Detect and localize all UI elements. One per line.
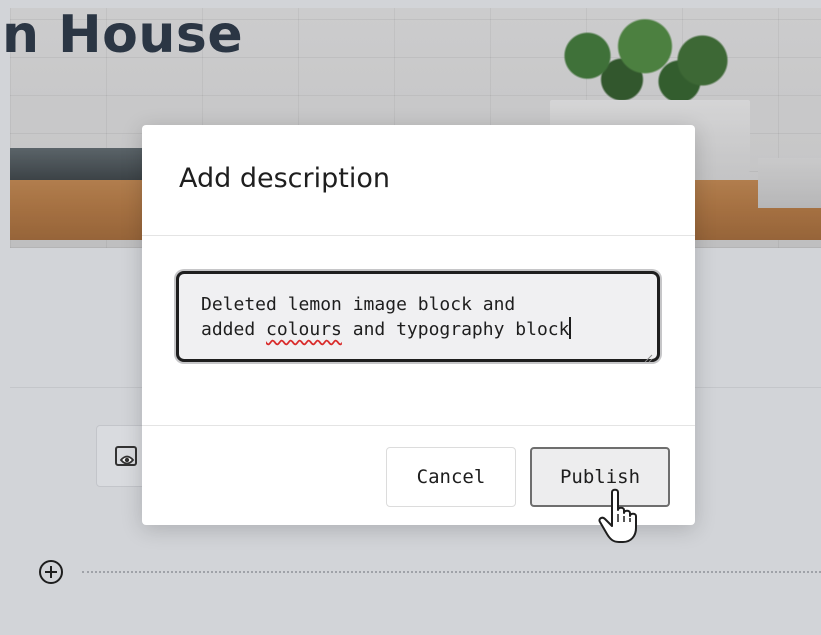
plus-circle-icon — [37, 560, 65, 590]
block-separator — [82, 571, 821, 573]
cancel-button[interactable]: Cancel — [386, 447, 516, 507]
add-description-dialog: Add description Deleted lemon image bloc… — [142, 125, 695, 525]
page-title: n House — [2, 5, 244, 65]
hand-pointer-cursor — [598, 488, 644, 546]
description-text-segment: and typography block — [341, 319, 570, 340]
modal-title: Add description — [179, 163, 390, 194]
description-line-1: Deleted lemon image block and — [201, 294, 516, 315]
description-textarea[interactable]: Deleted lemon image block and added colo… — [176, 271, 660, 363]
modal-header: Add description — [142, 125, 695, 236]
editor-page: n House Add description Deleted lemon im… — [0, 0, 821, 635]
add-block-button[interactable] — [37, 558, 65, 586]
eye-preview-icon — [115, 446, 139, 472]
text-caret — [569, 317, 572, 339]
description-text-segment: added — [201, 319, 267, 340]
resize-handle-icon[interactable] — [643, 345, 653, 363]
misspelled-word: colours — [266, 319, 342, 340]
description-line-2: added colours and typography block — [201, 317, 635, 342]
